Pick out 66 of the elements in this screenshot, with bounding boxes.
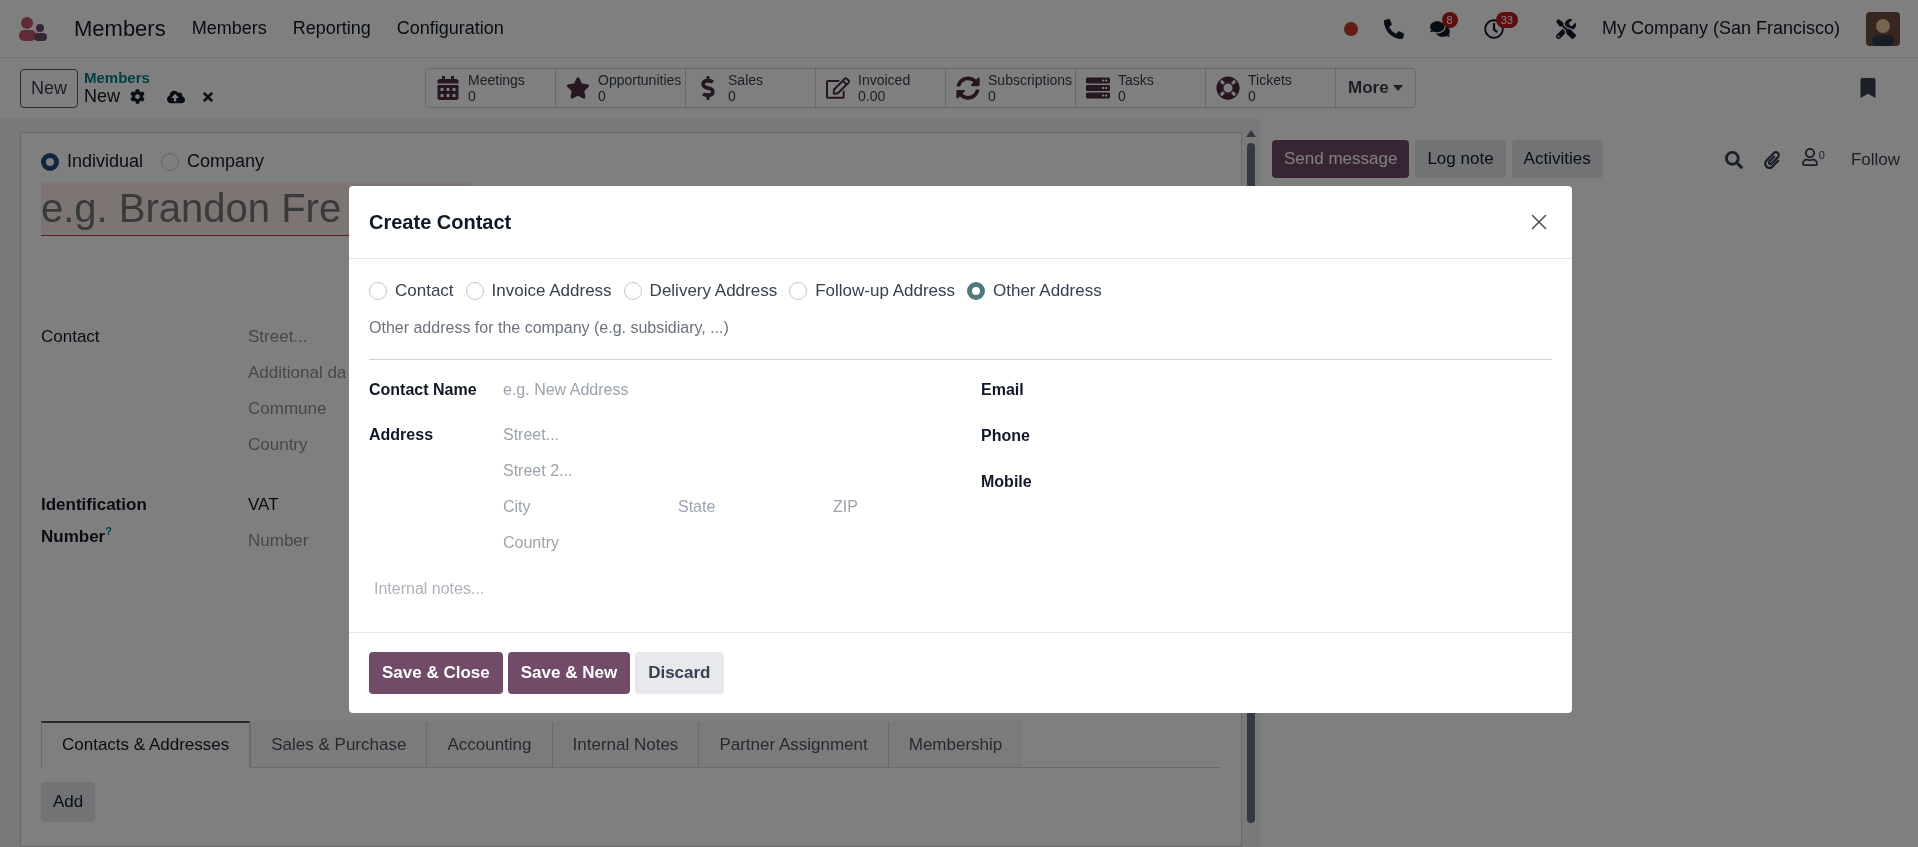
tab[interactable]: Accounting [426,721,552,768]
app-logo-icon [18,15,48,42]
search-icon[interactable] [1724,150,1743,169]
settings-icon[interactable] [130,89,146,104]
field-label: Contact [41,326,101,348]
field-label: Identification Number$^{?}$ [41,494,148,548]
tools-icon[interactable] [1555,18,1576,39]
phone-icon[interactable] [1383,18,1404,39]
smart-button[interactable]: Tasks 0 [1076,69,1207,107]
radio-option[interactable]: Individual [41,151,144,172]
edit-icon [826,76,851,100]
close-icon[interactable] [201,89,216,104]
radio-option[interactable]: Company [161,151,265,172]
field-label: Mobile [981,472,1033,492]
scroll-up-icon [1246,130,1256,137]
discard-button[interactable]: Discard [635,652,724,694]
tab[interactable]: Membership [887,721,1023,768]
smart-button[interactable]: Opportunities 0 [556,69,687,107]
caret-icon [1392,85,1403,91]
user-avatar[interactable] [1866,11,1900,46]
tab[interactable]: Contacts & Addresses [41,721,251,768]
sync-icon [956,76,981,100]
smart-button[interactable]: Invoiced 0.00 [816,69,947,107]
save-button[interactable]: Save & New [507,652,631,694]
new-button[interactable]: New [20,68,78,108]
breadcrumb-link[interactable]: Members [84,69,216,86]
tab[interactable]: Partner Assignment [698,721,888,768]
field-label: Address [369,425,435,445]
menu-item[interactable]: Reporting [292,18,371,39]
chatter-button[interactable]: Activities [1511,140,1603,178]
radio-option[interactable]: Invoice Address [465,281,612,301]
follow-button[interactable]: Follow [1844,148,1906,171]
smart-button[interactable]: Sales 0 [686,69,817,107]
more-button[interactable]: More [1336,69,1415,107]
radio-option[interactable]: Other Address [967,281,1102,301]
chatter-button[interactable]: Send message [1272,140,1410,178]
tab[interactable]: Internal Notes [551,721,699,768]
field-label: Contact Name [369,380,478,400]
stack-icon [1086,76,1111,100]
record-title: New [84,86,121,107]
activity-count: 33 [1495,11,1518,28]
status-dot [1343,21,1358,36]
paperclip-icon[interactable] [1762,150,1781,169]
radio-option[interactable]: Follow-up Address [789,281,955,301]
app-name: Members [74,15,166,42]
smart-button[interactable]: Subscriptions 0 [946,69,1077,107]
menu-item[interactable]: Members [191,18,267,39]
company-switcher[interactable]: My Company (San Francisco) [1601,18,1840,39]
radio-option[interactable]: Delivery Address [623,281,778,301]
radio-option[interactable]: Contact [369,281,454,301]
chatter-button[interactable]: Log note [1415,140,1506,178]
tab[interactable]: Sales & Purchase [250,721,427,768]
smart-button[interactable]: Meetings 0 [426,69,557,107]
calendar-icon [436,76,461,100]
field-label: Phone [981,426,1031,446]
chat-icon[interactable] [1429,18,1450,39]
description-text: Other address for the company (e.g. subsidiary, ...) [369,319,730,337]
menu-item[interactable]: Configuration [396,18,504,39]
smart-button[interactable]: Tickets 0 [1206,69,1337,107]
save-button[interactable]: Save & Close [369,652,503,694]
field-label: Email [981,380,1025,400]
lifebuoy-icon [1216,76,1241,100]
add-button[interactable]: Add [41,782,96,822]
bookmark-icon[interactable] [1858,78,1878,98]
message-count: 8 [1441,11,1458,28]
star-icon [566,76,591,100]
